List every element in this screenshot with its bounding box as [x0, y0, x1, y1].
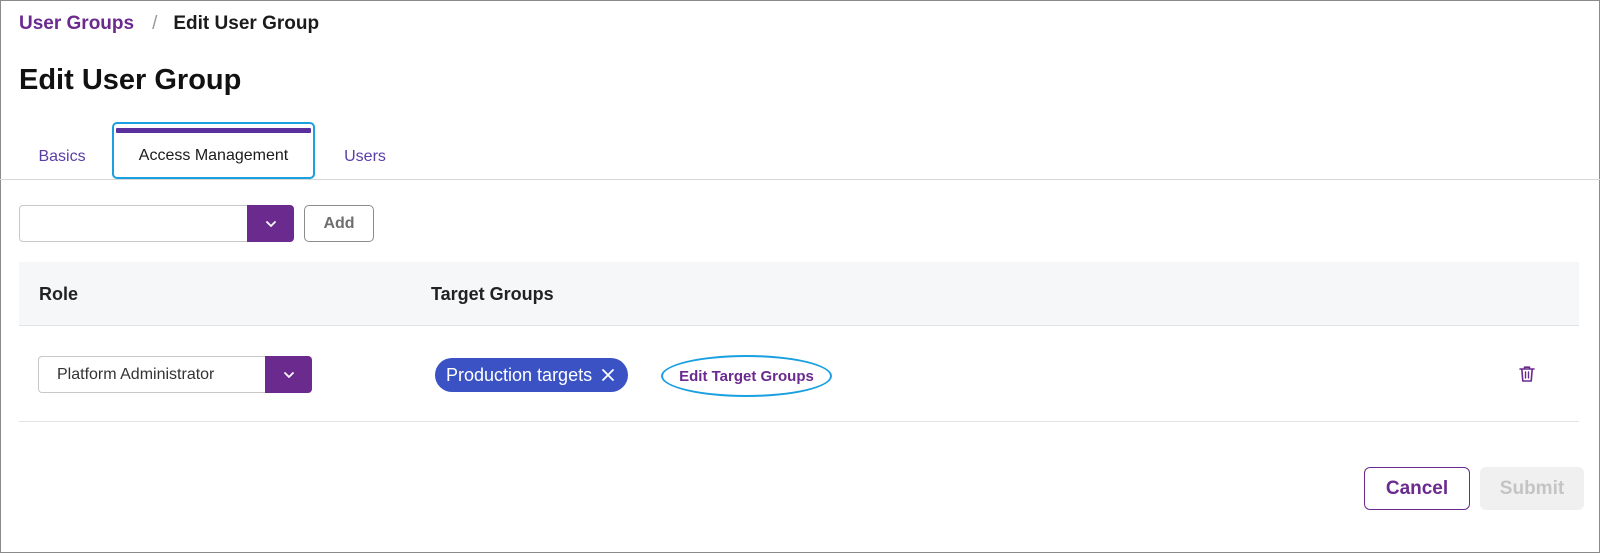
cancel-button[interactable]: Cancel: [1364, 467, 1470, 510]
target-group-chip: Production targets: [435, 358, 629, 392]
add-role-row: Add: [19, 205, 374, 242]
tab-access-management-label: Access Management: [138, 146, 289, 164]
target-group-chip-label: Production targets: [446, 364, 593, 385]
breadcrumb-user-groups-link[interactable]: User Groups: [19, 13, 134, 35]
delete-row-button[interactable]: [1517, 364, 1537, 384]
tab-users[interactable]: Users: [330, 122, 400, 179]
role-picker-dropdown-button[interactable]: [247, 205, 294, 242]
page-title: Edit User Group: [19, 64, 242, 96]
role-select-dropdown-button[interactable]: [265, 356, 312, 393]
chip-remove-button[interactable]: [600, 367, 616, 383]
table-row: Platform Administrator Production target…: [19, 326, 1579, 422]
breadcrumb-separator: /: [152, 13, 158, 34]
chevron-down-icon: [265, 220, 276, 227]
active-tab-indicator: [116, 128, 311, 133]
table-header: Role Target Groups: [19, 262, 1579, 326]
role-picker-select[interactable]: [19, 205, 247, 242]
submit-button[interactable]: Submit: [1480, 467, 1584, 510]
breadcrumb: User Groups / Edit User Group: [19, 13, 319, 35]
add-button[interactable]: Add: [304, 205, 374, 242]
trash-icon: [1519, 366, 1535, 382]
tab-basics[interactable]: Basics: [22, 122, 102, 179]
role-select[interactable]: Platform Administrator: [38, 356, 312, 393]
chevron-down-icon: [283, 371, 294, 378]
column-header-target-groups: Target Groups: [431, 283, 554, 304]
column-header-role: Role: [39, 283, 79, 304]
role-select-value[interactable]: Platform Administrator: [38, 356, 265, 393]
edit-target-groups-link[interactable]: Edit Target Groups: [661, 355, 832, 397]
tab-bar: Basics Access Management Users: [0, 122, 1600, 180]
tab-access-management[interactable]: Access Management: [112, 122, 315, 179]
access-table: Role Target Groups Platform Administrato…: [19, 262, 1579, 422]
breadcrumb-current: Edit User Group: [173, 13, 320, 34]
close-icon: [602, 369, 614, 381]
